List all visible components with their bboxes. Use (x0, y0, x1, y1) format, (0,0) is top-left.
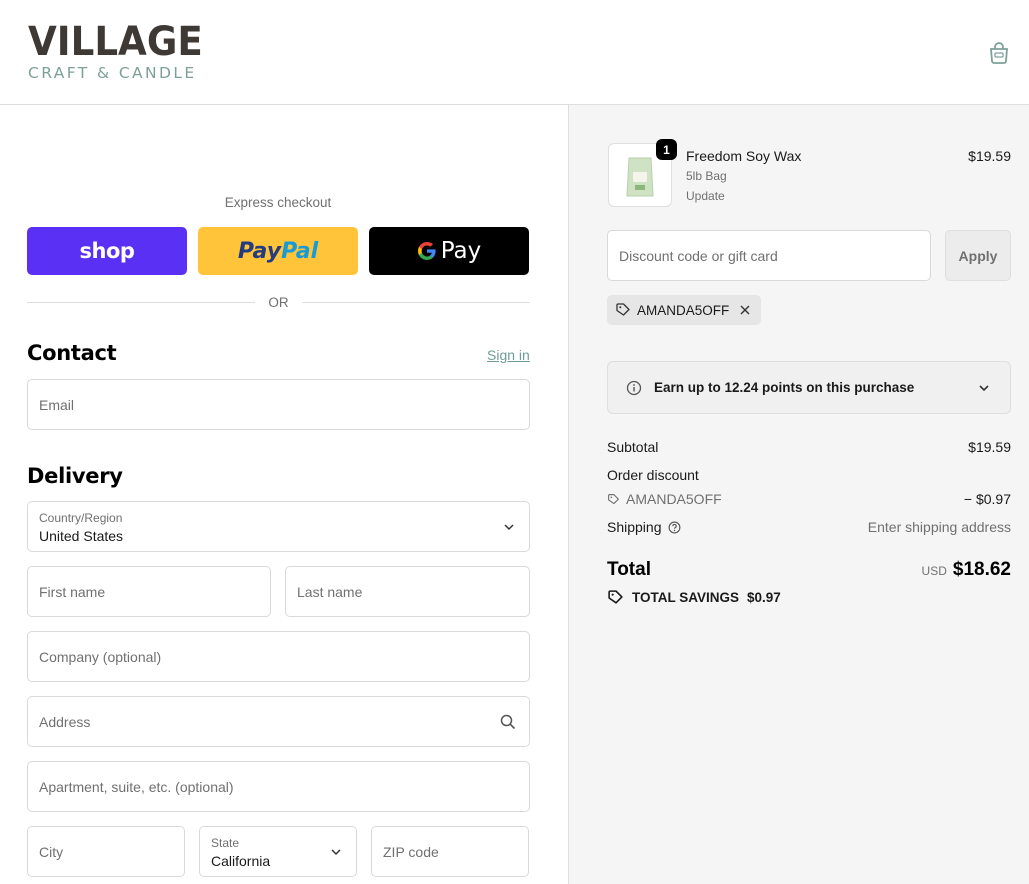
product-price: $19.59 (968, 148, 1011, 164)
first-name-field[interactable]: First name (27, 566, 271, 617)
header: VILLAGE CRAFT & CANDLE (0, 0, 1029, 105)
delivery-heading: Delivery (27, 464, 123, 488)
country-label: Country/Region (39, 511, 123, 525)
email-field[interactable]: Email (27, 379, 530, 430)
cart-bag-icon[interactable] (986, 40, 1012, 66)
address-placeholder: Address (39, 713, 91, 730)
search-icon[interactable] (500, 714, 516, 730)
contact-heading: Contact (27, 341, 117, 365)
zip-field[interactable]: ZIP code (371, 826, 529, 877)
shop-pay-button[interactable]: shop (27, 227, 187, 275)
apartment-placeholder: Apartment, suite, etc. (optional) (39, 778, 234, 795)
city-placeholder: City (39, 843, 64, 860)
last-name-placeholder: Last name (297, 583, 363, 600)
applied-code-label: AMANDA5OFF (637, 302, 730, 318)
discount-code-label: AMANDA5OFF (626, 491, 722, 507)
info-icon (626, 380, 642, 396)
sign-in-link[interactable]: Sign in (487, 347, 530, 363)
first-name-placeholder: First name (39, 583, 106, 600)
address-field[interactable]: Address (27, 696, 530, 747)
subtotal-label: Subtotal (607, 439, 659, 455)
total-savings: TOTAL SAVINGS $0.97 (607, 589, 781, 606)
email-placeholder: Email (39, 396, 75, 413)
zip-placeholder: ZIP code (383, 843, 439, 860)
logo[interactable]: VILLAGE CRAFT & CANDLE (28, 22, 216, 82)
divider-line (302, 302, 530, 303)
google-pay-label: Pay (440, 238, 482, 264)
total-value: $18.62 (952, 559, 1011, 580)
help-icon[interactable] (668, 521, 681, 534)
currency-code: USD (921, 564, 947, 578)
company-placeholder: Company (optional) (39, 648, 162, 665)
shipping-row: Shipping (607, 519, 681, 535)
paypal-label-part1: Pay (237, 238, 282, 264)
applied-discount-tag: AMANDA5OFF (607, 295, 761, 325)
paypal-label-part2: Pal (281, 238, 319, 264)
logo-tagline: CRAFT & CANDLE (28, 64, 197, 82)
express-checkout-label: Express checkout (224, 195, 332, 210)
product-name: Freedom Soy Wax (686, 148, 802, 164)
discount-placeholder: Discount code or gift card (619, 247, 778, 264)
close-icon[interactable] (739, 304, 751, 316)
discount-code-field[interactable]: Discount code or gift card (607, 230, 931, 281)
or-divider: OR (27, 293, 530, 313)
state-label: State (211, 836, 240, 850)
chevron-down-icon (979, 385, 989, 392)
product-variant: 5lb Bag (686, 169, 727, 183)
company-field[interactable]: Company (optional) (27, 631, 530, 682)
shipping-value: Enter shipping address (867, 519, 1011, 535)
apartment-field[interactable]: Apartment, suite, etc. (optional) (27, 761, 530, 812)
last-name-field[interactable]: Last name (285, 566, 530, 617)
chevron-down-icon (331, 848, 341, 855)
total-label: Total (607, 559, 651, 580)
shipping-label: Shipping (607, 519, 662, 535)
savings-label: TOTAL SAVINGS (632, 590, 740, 605)
discount-value: − $0.97 (963, 491, 1011, 507)
logo-wordmark: VILLAGE (28, 19, 203, 65)
paypal-button[interactable]: Pay Pal (198, 227, 358, 275)
state-select[interactable]: State California (199, 826, 357, 877)
country-select[interactable]: Country/Region United States (27, 501, 530, 552)
state-value: California (211, 853, 271, 869)
country-value: United States (39, 528, 124, 544)
savings-value: $0.97 (747, 590, 781, 605)
quantity-badge: 1 (656, 139, 677, 160)
points-text: Earn up to 12.24 points on this purchase (654, 380, 915, 395)
order-discount-label: Order discount (607, 467, 699, 483)
product-update-link[interactable]: Update (686, 189, 725, 203)
tag-icon (608, 590, 623, 604)
shop-pay-label: shop (79, 239, 135, 263)
chevron-down-icon (504, 523, 514, 530)
loyalty-points-banner[interactable]: Earn up to 12.24 points on this purchase (607, 361, 1011, 414)
google-g-icon (417, 242, 436, 260)
total-amount-row: USD $18.62 (850, 559, 1011, 581)
google-pay-button[interactable]: Pay (369, 227, 529, 275)
subtotal-value: $19.59 (968, 439, 1011, 455)
tag-icon (608, 493, 619, 504)
discount-code-row: AMANDA5OFF (607, 491, 722, 507)
city-field[interactable]: City (27, 826, 185, 877)
apply-discount-button[interactable]: Apply (945, 230, 1011, 281)
tag-icon (616, 303, 630, 316)
